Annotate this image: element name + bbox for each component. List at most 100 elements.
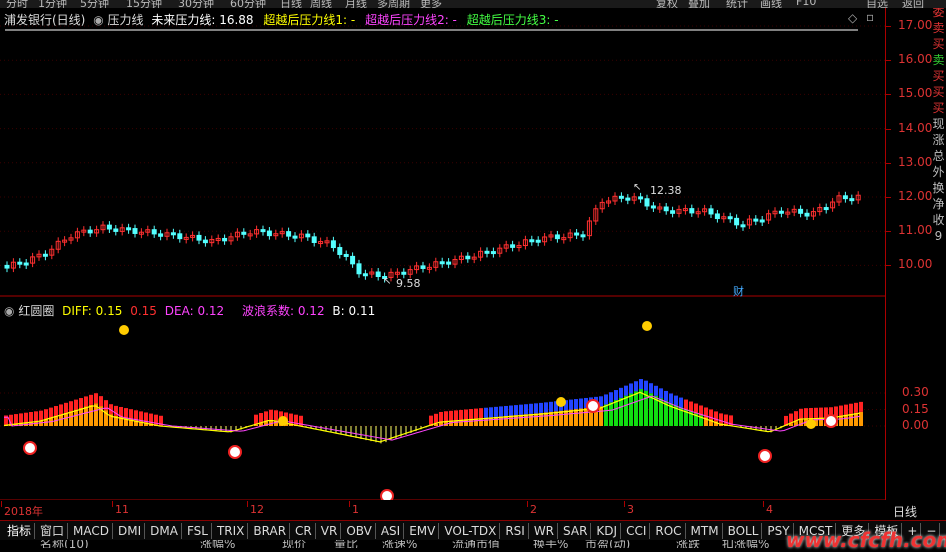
period-tab-7[interactable]: 周线 <box>310 0 332 8</box>
candle-body <box>645 199 649 206</box>
list-header-7[interactable]: 市盈(动) <box>585 540 630 548</box>
indicator-tab-9[interactable]: VR <box>318 523 342 539</box>
indicator-tab-1[interactable]: 窗口 <box>37 523 68 539</box>
macd-cap <box>604 394 608 404</box>
indicator-tab-0[interactable]: 指标 <box>4 523 35 539</box>
list-header-3[interactable]: 量比 <box>334 540 358 548</box>
candle-body <box>223 238 227 240</box>
macd-cap <box>674 396 678 406</box>
high-arrow: ↖ <box>633 182 641 193</box>
price-axis: 17.0016.0015.0014.0013.0012.0011.0010.00… <box>885 8 932 500</box>
back-button[interactable]: 返回 <box>902 0 924 8</box>
macd-bar <box>74 410 78 426</box>
indicator-tab-16[interactable]: SAR <box>560 523 591 539</box>
candle-body <box>491 252 495 254</box>
indicator-tab-19[interactable]: ROC <box>652 523 685 539</box>
signal-3: 卖 <box>931 52 946 68</box>
period-tab-8[interactable]: 月线 <box>345 0 367 8</box>
period-tab-4[interactable]: 30分钟 <box>178 0 214 8</box>
signal-1: 卖 <box>931 20 946 36</box>
macd-cap <box>819 408 823 418</box>
period-tab-2[interactable]: 5分钟 <box>80 0 109 8</box>
period-tab-10[interactable]: 更多 <box>420 0 442 8</box>
signal-6: 买 <box>931 100 946 116</box>
indicator-tab-11[interactable]: ASI <box>378 523 404 539</box>
macd-cap <box>479 408 483 418</box>
macd-bar <box>84 406 88 426</box>
candle-body <box>152 230 156 234</box>
finance-marker[interactable]: 财 <box>733 284 744 298</box>
candle-body <box>619 196 623 198</box>
period-tab-5[interactable]: 60分钟 <box>230 0 266 8</box>
period-tab-9[interactable]: 多周期 <box>377 0 410 8</box>
macd-bar <box>614 400 618 426</box>
list-header-6[interactable]: 换手% <box>533 540 568 548</box>
list-header-5[interactable]: 流通市值 <box>452 540 500 548</box>
chart-canvas[interactable]: 12.38 ↖ 9.58 ↖ 财 <box>0 8 885 500</box>
indicator-tab-21[interactable]: BOLL <box>725 523 763 539</box>
indicator-tab-8[interactable]: CR <box>292 523 316 539</box>
gold-dot-marker <box>278 416 288 426</box>
macd-cap <box>499 406 503 416</box>
indicator-tab-14[interactable]: RSI <box>502 523 529 539</box>
macd-cap <box>659 388 663 398</box>
list-header-0[interactable]: 名称(10) <box>40 540 89 548</box>
date-label-4: 2 <box>530 503 537 516</box>
signal-13: 收 <box>931 212 946 228</box>
indicator-tab-6[interactable]: TRIX <box>214 523 248 539</box>
candle-body <box>799 209 803 213</box>
macd-cap <box>549 402 553 412</box>
period-tab-0[interactable]: 分时 <box>6 0 28 8</box>
macd-bar <box>574 409 578 426</box>
period-tab-3[interactable]: 15分钟 <box>126 0 162 8</box>
candle-body <box>107 225 111 229</box>
indicator-tab-20[interactable]: MTM <box>688 523 723 539</box>
macd-bar <box>554 411 558 426</box>
candle-body <box>690 209 694 213</box>
period-toolbar: 分时 1分钟 5分钟 15分钟 30分钟 60分钟 日线 周线 月线 多周期 更… <box>0 0 946 8</box>
macd-cap <box>59 404 63 414</box>
candle-body <box>440 262 444 264</box>
stats-button[interactable]: 统计 <box>726 0 748 8</box>
macd-cap <box>89 395 93 405</box>
list-header-8[interactable]: 涨跌 <box>676 540 700 548</box>
period-tab-6[interactable]: 日线 <box>280 0 302 8</box>
watchlist-button[interactable]: 自选 <box>866 0 888 8</box>
period-label[interactable]: 日线 <box>893 503 917 520</box>
list-header-1[interactable]: 涨幅% <box>200 540 235 548</box>
draw-button[interactable]: 画线 <box>760 0 782 8</box>
candle-body <box>671 211 675 214</box>
macd-cap <box>614 390 618 400</box>
macd-cap <box>574 399 578 409</box>
candle-body <box>760 220 764 222</box>
indicator-tab-4[interactable]: DMA <box>147 523 182 539</box>
indicator-tab-3[interactable]: DMI <box>115 523 145 539</box>
list-header-4[interactable]: 涨速% <box>382 540 417 548</box>
candle-body <box>306 234 310 237</box>
watermark: www.cfcfh.com <box>786 528 946 552</box>
indicator-tab-13[interactable]: VOL-TDX <box>441 523 500 539</box>
macd-bar <box>534 413 538 426</box>
macd-cap <box>844 405 848 415</box>
restore-button[interactable]: 复权 <box>656 0 678 8</box>
macd-cap <box>459 410 463 420</box>
f10-button[interactable]: F10 <box>796 0 816 8</box>
indicator-tab-17[interactable]: KDJ <box>593 523 621 539</box>
gold-dot-marker <box>642 321 652 331</box>
period-tab-1[interactable]: 1分钟 <box>38 0 67 8</box>
indicator-tab-18[interactable]: CCI <box>623 523 650 539</box>
indicator-tab-7[interactable]: BRAR <box>250 523 290 539</box>
date-label-3: 1 <box>352 503 359 516</box>
indicator-tab-5[interactable]: FSL <box>184 523 212 539</box>
signal-14: 9 <box>931 228 946 244</box>
overlay-button[interactable]: 叠加 <box>688 0 710 8</box>
macd-cap <box>14 414 18 424</box>
list-header-2[interactable]: 现价 <box>282 540 306 548</box>
indicator-tab-12[interactable]: EMV <box>406 523 439 539</box>
indicator-tab-15[interactable]: WR <box>531 523 558 539</box>
macd-cap <box>494 407 498 417</box>
indicator-tab-10[interactable]: OBV <box>343 523 376 539</box>
macd-bar <box>609 402 613 426</box>
list-header-9[interactable]: 扣涨幅% <box>722 540 769 548</box>
indicator-tab-2[interactable]: MACD <box>70 523 113 539</box>
